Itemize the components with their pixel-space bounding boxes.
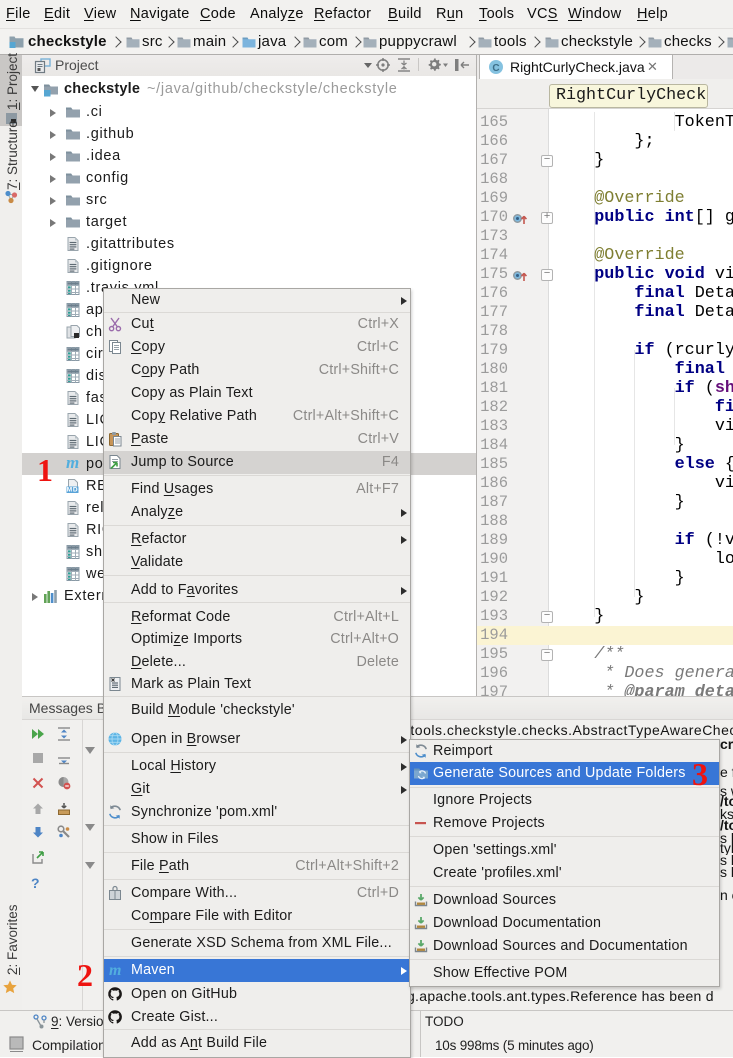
svg-text:C: C (492, 63, 499, 74)
svg-text:MD: MD (67, 487, 79, 494)
